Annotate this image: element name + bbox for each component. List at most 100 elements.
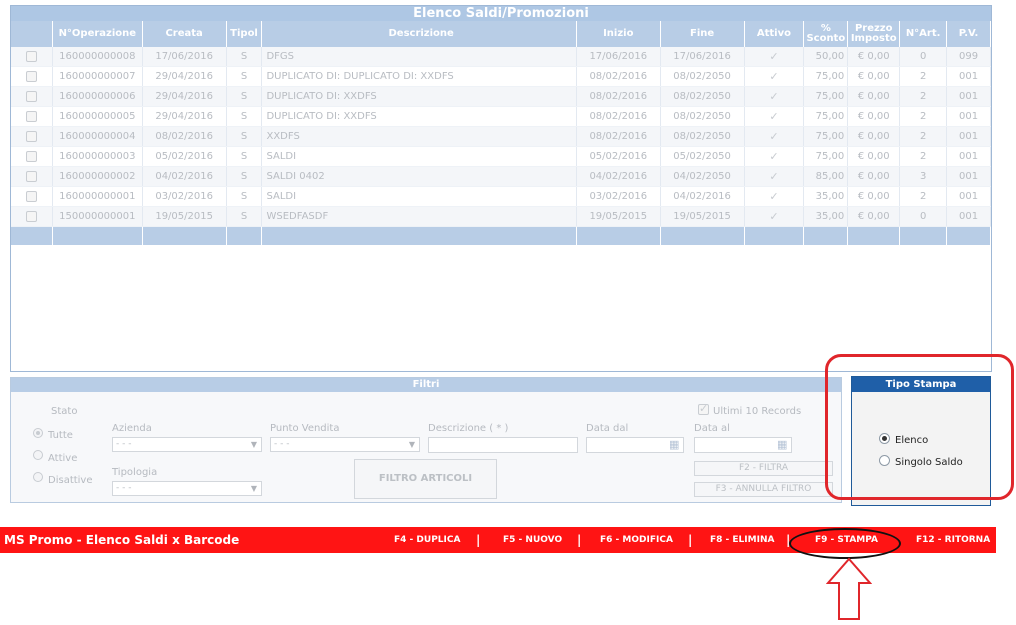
sconto-cell: 35,00 [804,207,849,226]
pv-cell: 001 [947,147,991,166]
elimina-key[interactable]: F8 - ELIMINA [710,535,774,545]
fine-cell: 08/02/2050 [661,127,745,146]
stato-disattive-label: Disattive [48,475,93,486]
sconto-cell: 85,00 [804,167,849,186]
row-checkbox[interactable] [25,111,37,122]
stato-label: Stato [51,406,78,417]
creata-cell: 29/04/2016 [143,67,227,86]
creata-cell: 05/02/2016 [143,147,227,166]
inizio-cell: 08/02/2016 [577,107,661,126]
stato-attive-radio[interactable] [33,450,43,460]
filter-title: Filtri [11,378,841,392]
pv-cell: 001 [947,107,991,126]
inizio-cell: 03/02/2016 [577,187,661,206]
descrizione-cell: DUPLICATO DI: XXDFS [262,87,577,106]
row-checkbox[interactable] [25,211,37,222]
col-prezzo[interactable]: Prezzo Imposto [848,21,901,47]
row-select-checkbox [11,87,53,106]
col-tipol[interactable]: Tipol [227,21,263,47]
filter-panel: Filtri Stato Tutte Attive Disattive Azie… [10,377,842,503]
ritorna-key[interactable]: F12 - RITORNA [916,535,990,545]
col-attivo[interactable]: Attivo [745,21,805,47]
attivo-cell: ✓ [745,87,805,106]
list-panel: Elenco Saldi/Promozioni N°Operazione Cre… [10,5,992,372]
annulla-filtro-button[interactable]: F3 - ANNULLA FILTRO [694,482,833,497]
descrizione-cell: XXDFS [262,127,577,146]
prezzo-cell: € 0,00 [848,127,901,146]
col-sconto[interactable]: % Sconto [804,21,849,47]
row-checkbox[interactable] [25,71,37,82]
check-icon: ✓ [769,110,779,123]
nuovo-key[interactable]: F5 - NUOVO [503,535,562,545]
calendar-icon[interactable]: ▦ [777,438,787,451]
attivo-cell: ✓ [745,207,805,226]
filtro-articoli-button[interactable]: FILTRO ARTICOLI [354,459,497,499]
duplica-key[interactable]: F4 - DUPLICA [394,535,460,545]
operazione-cell: 160000000008 [53,47,143,66]
inizio-cell: 19/05/2015 [577,207,661,226]
col-inizio[interactable]: Inizio [577,21,661,47]
fine-cell: 19/05/2015 [661,207,745,226]
table-row[interactable]: 160000000006 29/04/2016 S DUPLICATO DI: XXD… [11,87,991,107]
tipol-cell: S [227,87,263,106]
table-row[interactable]: 160000000001 03/02/2016 S SALDI 03/02/2016 04… [11,187,991,207]
stato-disattive-radio[interactable] [33,472,43,482]
ultimi-label: Ultimi 10 Records [713,406,802,417]
pv-cell: 099 [947,47,991,66]
arrow-up-icon [826,557,872,620]
chevron-down-icon: ▼ [250,440,257,449]
attivo-cell: ✓ [745,187,805,206]
check-icon: ✓ [769,90,779,103]
tipologia-select[interactable]: - - - ▼ [112,481,262,496]
col-pv[interactable]: P.V. [947,21,991,47]
descrizione-cell: SALDI [262,187,577,206]
row-checkbox[interactable] [25,51,37,62]
punto-vendita-label: Punto Vendita [270,423,340,434]
row-checkbox[interactable] [25,91,37,102]
descrizione-cell: WSEDFASDF [262,207,577,226]
row-checkbox[interactable] [25,131,37,142]
prezzo-cell: € 0,00 [848,147,901,166]
row-checkbox[interactable] [25,171,37,182]
calendar-icon[interactable]: ▦ [669,438,679,451]
descrizione-input[interactable] [428,437,578,453]
operazione-cell: 160000000006 [53,87,143,106]
prezzo-cell: € 0,00 [848,167,901,186]
chevron-down-icon: ▼ [408,440,415,449]
col-creata[interactable]: Creata [143,21,227,47]
table-row[interactable]: 160000000004 08/02/2016 S XXDFS 08/02/2016 08… [11,127,991,147]
check-icon: ✓ [769,50,779,63]
col-fine[interactable]: Fine [661,21,745,47]
separator: | [688,533,693,547]
app-title: MS Promo - Elenco Saldi x Barcode [4,533,240,547]
list-title: Elenco Saldi/Promozioni [11,6,991,21]
row-checkbox[interactable] [25,191,37,202]
modifica-key[interactable]: F6 - MODIFICA [600,535,673,545]
col-art[interactable]: N°Art. [900,21,948,47]
pv-cell: 001 [947,187,991,206]
fine-cell: 04/02/2016 [661,187,745,206]
tipol-cell: S [227,187,263,206]
creata-cell: 04/02/2016 [143,167,227,186]
table-row[interactable]: 150000000001 19/05/2015 S WSEDFASDF 19/05/20… [11,207,991,227]
table-row[interactable]: 160000000008 17/06/2016 S DFGS 17/06/2016 17/… [11,47,991,67]
col-descrizione[interactable]: Descrizione [262,21,577,47]
art-cell: 2 [900,127,948,146]
table-row[interactable]: 160000000003 05/02/2016 S SALDI 05/02/2016 05… [11,147,991,167]
col-operazione[interactable]: N°Operazione [53,21,143,47]
row-checkbox[interactable] [25,151,37,162]
table-row[interactable]: 160000000007 29/04/2016 S DUPLICATO DI: DUP… [11,67,991,87]
operazione-cell: 160000000001 [53,187,143,206]
app-window: Elenco Saldi/Promozioni N°Operazione Cre… [0,0,1016,625]
table-row[interactable]: 160000000005 29/04/2016 S DUPLICATO DI: XXD… [11,107,991,127]
punto-vendita-select[interactable]: - - - ▼ [270,437,420,452]
stato-tutte-radio[interactable] [33,428,43,438]
table-row[interactable]: 160000000002 04/02/2016 S SALDI 0402 04/02/2… [11,167,991,187]
grid-footer [11,227,991,245]
filtra-button[interactable]: F2 - FILTRA [694,461,833,476]
azienda-select[interactable]: - - - ▼ [112,437,262,452]
separator: | [476,533,481,547]
creata-cell: 29/04/2016 [143,87,227,106]
art-cell: 0 [900,47,948,66]
creata-cell: 17/06/2016 [143,47,227,66]
